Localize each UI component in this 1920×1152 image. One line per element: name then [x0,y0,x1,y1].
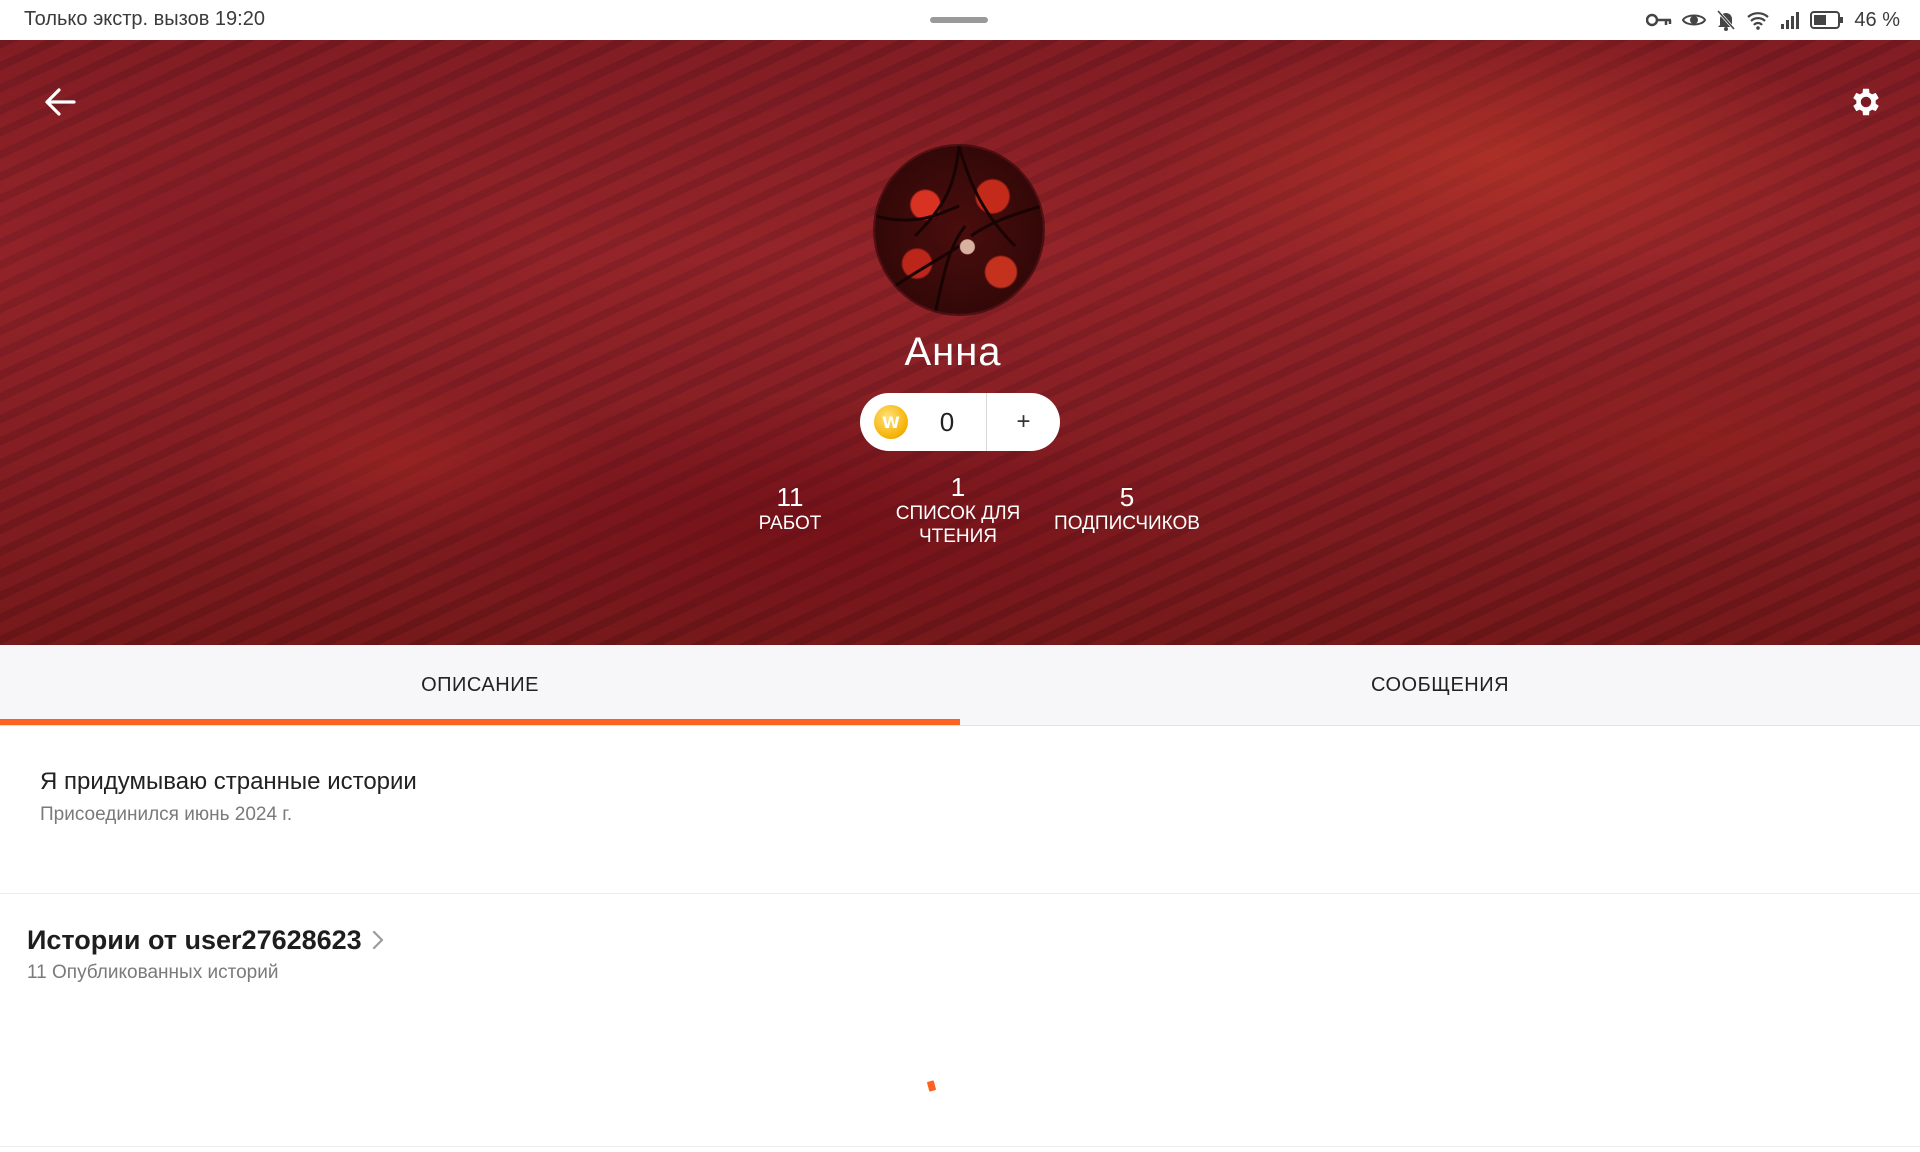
coin-icon: W [874,405,908,439]
profile-tabs: ОПИСАНИЕ СООБЩЕНИЯ [0,645,1920,726]
add-coins-button[interactable]: + [987,408,1060,436]
active-tab-indicator [0,719,960,725]
stat-reading-lists[interactable]: 1 СПИСОК ДЛЯ ЧТЕНИЯ [868,472,1048,548]
avatar[interactable] [875,146,1043,314]
stat-followers[interactable]: 5 ПОДПИСЧИКОВ [1037,482,1217,535]
coin-count: 0 [939,406,955,437]
back-button[interactable] [30,74,90,134]
chevron-right-icon [372,930,384,955]
settings-button[interactable] [1836,74,1896,134]
signal-icon [1780,11,1800,29]
stories-link[interactable]: Истории от user27628623 [27,925,384,956]
status-bar: Только экстр. вызов 19:20 46 % [0,0,1920,40]
stat-followers-label: ПОДПИСЧИКОВ [1054,513,1200,534]
arrow-left-icon [44,87,76,122]
drag-handle[interactable] [930,17,988,23]
stat-reading-lists-label-line2: ЧТЕНИЯ [918,526,998,547]
stat-followers-count: 5 [1119,482,1135,512]
profile-header: Анна W 0 + 11 РАБОТ 1 СПИСОК ДЛЯ ЧТЕНИЯ … [0,40,1920,645]
gear-icon [1848,84,1884,125]
stat-works-label: РАБОТ [758,513,822,534]
stat-reading-lists-count: 1 [950,472,966,502]
stat-works-count: 11 [776,482,804,512]
profile-username: Анна [904,330,1002,374]
battery-icon [1810,11,1844,29]
wifi-icon [1746,10,1770,30]
coin-balance: W 0 + [860,393,1060,451]
status-icons: 46 % [1646,6,1900,34]
tab-messages[interactable]: СООБЩЕНИЯ [960,645,1920,725]
stories-title: Истории от user27628623 [27,925,362,955]
stories-count: 11 Опубликованных историй [27,962,279,983]
status-bar-text: Только экстр. вызов 19:20 [24,8,265,30]
eye-icon [1682,11,1707,29]
key-icon [1646,12,1672,28]
tab-about[interactable]: ОПИСАНИЕ [0,645,960,725]
battery-percent: 46 % [1854,8,1900,31]
stories-section: Истории от user27628623 11 Опубликованны… [0,895,1920,1147]
loading-spinner-icon [926,1080,937,1092]
about-section: Я придумываю странные истории Присоедини… [0,726,1920,894]
stat-works[interactable]: 11 РАБОТ [700,482,880,535]
stat-reading-lists-label-line1: СПИСОК ДЛЯ [895,503,1021,524]
bell-off-icon [1716,9,1736,31]
joined-date: Присоединился июнь 2024 г. [40,804,293,825]
profile-description: Я придумываю странные истории [40,768,417,795]
